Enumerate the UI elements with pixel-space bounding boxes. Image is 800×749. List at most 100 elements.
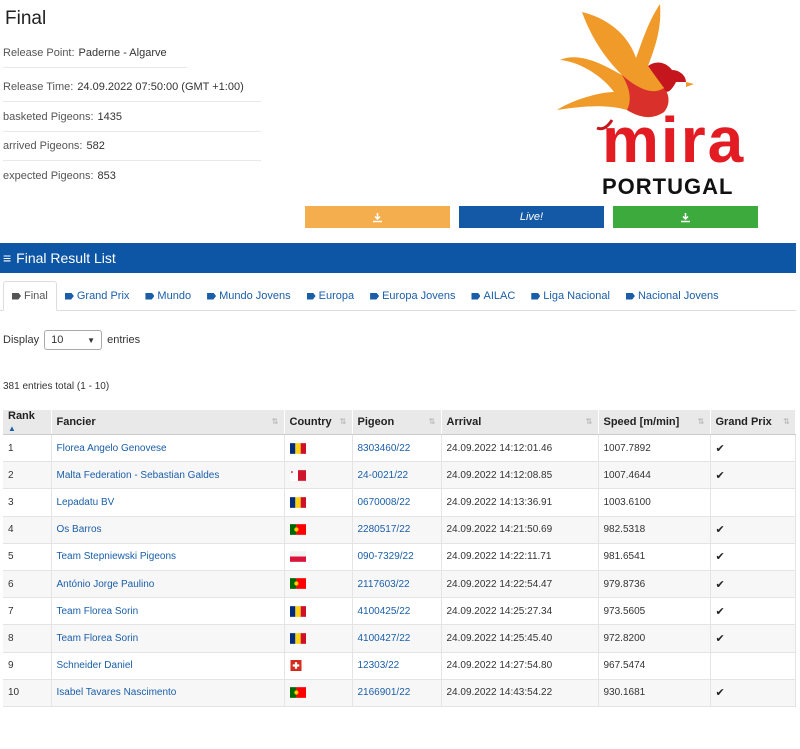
speed-cell: 930.1681	[598, 679, 711, 707]
tag-icon	[531, 292, 541, 300]
table-row: 1 Florea Angelo Genovese 8303460/22 24.09.2…	[3, 434, 796, 463]
header-pigeon[interactable]: Pigeon ⇅	[352, 410, 442, 435]
fancier-link[interactable]: Team Florea Sorin	[51, 624, 285, 653]
download-button-orange[interactable]	[305, 206, 450, 228]
flag-romania-icon	[289, 442, 306, 454]
pigeon-link[interactable]: 0670008/22	[352, 488, 442, 517]
tab-europa[interactable]: Europa	[299, 281, 362, 311]
flag-romania-icon	[289, 632, 306, 644]
pigeon-link[interactable]: 2166901/22	[352, 679, 442, 707]
fancier-link[interactable]: Florea Angelo Genovese	[51, 434, 285, 463]
table-row: 6 António Jorge Paulino 2117603/22 24.09.20…	[3, 570, 796, 599]
chevron-down-icon: ▼	[87, 335, 96, 345]
list-icon: ≡	[3, 250, 12, 266]
header-arrival[interactable]: Arrival ⇅	[441, 410, 599, 435]
grand-prix-check: ✔	[710, 516, 796, 544]
arrival-cell: 24.09.2022 14:12:01.46	[441, 434, 599, 463]
fancier-link[interactable]: Schneider Daniel	[51, 652, 285, 680]
pigeon-link[interactable]: 4100427/22	[352, 624, 442, 653]
country-cell	[284, 488, 353, 517]
flag-romania-icon	[289, 497, 306, 508]
live-button[interactable]: Live!	[459, 206, 604, 228]
fancier-link[interactable]: Malta Federation - Sebastian Galdes	[51, 461, 285, 490]
tab-mundo-jovens[interactable]: Mundo Jovens	[199, 281, 299, 311]
grand-prix-check: ✔	[710, 570, 796, 599]
tab-label: AILAC	[483, 290, 516, 302]
speed-cell: 979.8736	[598, 570, 711, 599]
header-rank[interactable]: Rank ▲	[3, 410, 52, 435]
release-time-label: Release Time:	[3, 81, 74, 93]
rank-cell: 10	[3, 679, 52, 707]
pigeon-link[interactable]: 8303460/22	[352, 434, 442, 463]
tab-label: Mundo Jovens	[219, 290, 291, 302]
header-country[interactable]: Country ⇅	[284, 410, 353, 435]
brand-mira-text: mira	[602, 104, 746, 176]
release-time-row: Release Time: 24.09.2022 07:50:00 (GMT +1…	[3, 72, 261, 102]
arrival-cell: 24.09.2022 14:21:50.69	[441, 516, 599, 544]
flag-romania-icon	[289, 605, 306, 617]
country-cell	[284, 461, 353, 490]
rank-cell: 2	[3, 461, 52, 490]
tag-icon	[145, 292, 155, 300]
header-grand-prix[interactable]: Grand Prix ⇅	[710, 410, 796, 435]
page-title: Final	[5, 8, 47, 29]
tab-label: Europa Jovens	[382, 290, 456, 302]
pigeon-link[interactable]: 2280517/22	[352, 516, 442, 544]
entries-value: 10	[51, 334, 64, 346]
display-entries-control: Display 10 ▼ entries	[3, 329, 140, 351]
tag-icon	[370, 292, 380, 300]
fancier-link[interactable]: Lepadatu BV	[51, 488, 285, 517]
tab-grand-prix[interactable]: Grand Prix	[57, 281, 138, 311]
tab-europa-jovens[interactable]: Europa Jovens	[362, 281, 463, 311]
rank-cell: 1	[3, 434, 52, 463]
header-speed[interactable]: Speed [m/min] ⇅	[598, 410, 711, 435]
basketed-row: basketed Pigeons: 1435	[3, 102, 261, 132]
grand-prix-check: ✔	[710, 679, 796, 707]
pigeon-link[interactable]: 2117603/22	[352, 570, 442, 599]
fancier-link[interactable]: António Jorge Paulino	[51, 570, 285, 599]
pigeon-link[interactable]: 090-7329/22	[352, 543, 442, 571]
tab-liga-nacional[interactable]: Liga Nacional	[523, 281, 618, 311]
rank-cell: 3	[3, 488, 52, 517]
pigeon-link[interactable]: 4100425/22	[352, 597, 442, 626]
sort-icon: ⇅	[697, 417, 705, 426]
entries-select[interactable]: 10 ▼	[44, 330, 103, 350]
fancier-link[interactable]: Os Barros	[51, 516, 285, 544]
release-point-row: Release Point: Paderne - Algarve	[3, 38, 187, 68]
speed-cell: 981.6541	[598, 543, 711, 571]
table-row: 7 Team Florea Sorin 4100425/22 24.09.2022 1…	[3, 597, 796, 626]
download-button-green[interactable]	[613, 206, 758, 228]
live-label: Live!	[519, 211, 544, 223]
grand-prix-check	[710, 488, 796, 517]
header-fancier[interactable]: Fancier ⇅	[51, 410, 285, 435]
expected-value: 853	[97, 170, 116, 182]
fancier-link[interactable]: Team Stepniewski Pigeons	[51, 543, 285, 571]
tab-final[interactable]: Final	[3, 281, 57, 311]
release-point-label: Release Point:	[3, 47, 75, 59]
tab-ailac[interactable]: AILAC	[463, 281, 523, 311]
grand-prix-check: ✔	[710, 597, 796, 626]
tag-icon	[471, 292, 481, 300]
tab-label: Liga Nacional	[543, 290, 610, 302]
tab-nacional-jovens[interactable]: Nacional Jovens	[618, 281, 727, 311]
arrival-cell: 24.09.2022 14:12:08.85	[441, 461, 599, 490]
result-tabs: Final Grand Prix Mundo Mundo Jovens Euro…	[0, 281, 796, 311]
fancier-link[interactable]: Isabel Tavares Nascimento	[51, 679, 285, 707]
arrival-cell: 24.09.2022 14:13:36.91	[441, 488, 599, 517]
grand-prix-check: ✔	[710, 624, 796, 653]
arrival-cell: 24.09.2022 14:43:54.22	[441, 679, 599, 707]
grand-prix-check: ✔	[710, 543, 796, 571]
pigeon-link[interactable]: 12303/22	[352, 652, 442, 680]
arrival-cell: 24.09.2022 14:22:11.71	[441, 543, 599, 571]
fancier-link[interactable]: Team Florea Sorin	[51, 597, 285, 626]
pigeon-link[interactable]: 24-0021/22	[352, 461, 442, 490]
header-label: Pigeon	[357, 416, 395, 428]
basketed-label: basketed Pigeons:	[3, 111, 94, 123]
speed-cell: 972.8200	[598, 624, 711, 653]
country-cell	[284, 570, 353, 599]
arrival-cell: 24.09.2022 14:25:27.34	[441, 597, 599, 626]
release-time-value: 24.09.2022 07:50:00 (GMT +1:00)	[77, 81, 244, 93]
tab-mundo[interactable]: Mundo	[137, 281, 199, 311]
flag-switzerland-icon	[290, 660, 301, 672]
table-row: 9 Schneider Daniel 12303/22 24.09.2022 14:2…	[3, 652, 796, 680]
